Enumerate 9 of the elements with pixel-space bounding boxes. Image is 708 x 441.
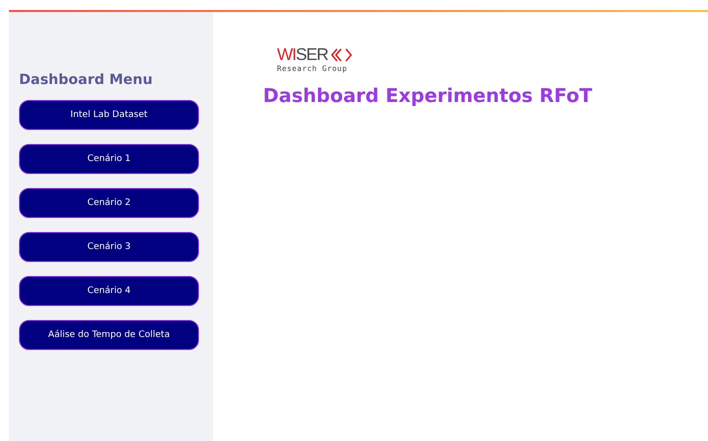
menu-button[interactable]: Intel Lab Dataset — [19, 100, 199, 130]
page-title: Dashboard Experimentos RFoT — [263, 85, 594, 107]
menu-button[interactable]: Cenário 4 — [19, 276, 199, 306]
sidebar-title: Dashboard Menu — [19, 72, 154, 88]
menu-button[interactable]: Aálise do Tempo de Colleta — [19, 320, 199, 350]
menu-button[interactable]: Cenário 3 — [19, 232, 199, 262]
menu-button[interactable]: Cenário 2 — [19, 188, 199, 218]
chevrons-icon — [330, 48, 355, 62]
menu-button[interactable]: Cenário 1 — [19, 144, 199, 174]
